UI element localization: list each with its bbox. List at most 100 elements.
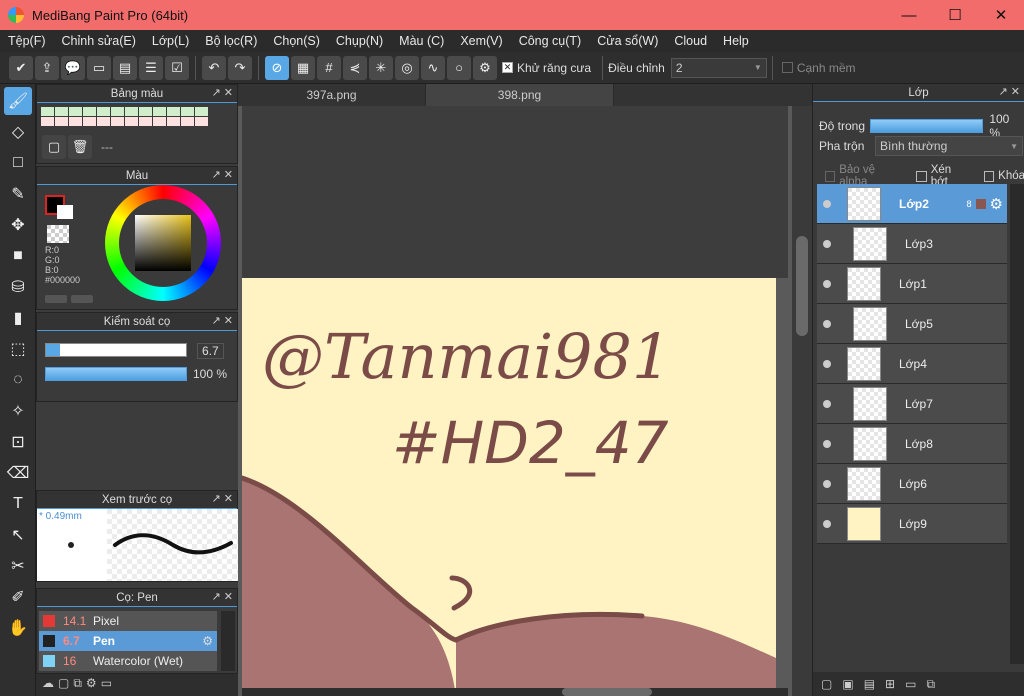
folder-icon[interactable]: ▭ <box>101 676 112 691</box>
hand-tool-icon[interactable]: ✋ <box>4 614 32 642</box>
chat-icon[interactable]: ▭ <box>87 55 111 80</box>
brush-item-watercolor[interactable]: 16 Watercolor (Wet) <box>39 651 217 671</box>
panel-buttons[interactable]: ↗ ✕ <box>212 86 234 99</box>
menu-snap[interactable]: Chụp(N) <box>328 34 391 48</box>
minimize-button[interactable]: — <box>886 0 932 30</box>
menu-window[interactable]: Cửa sổ(W) <box>589 34 666 48</box>
menu-edit[interactable]: Chỉnh sửa(E) <box>54 34 144 48</box>
new-swatch-icon[interactable]: ▢ <box>42 135 66 159</box>
brush-item-pixel[interactable]: 14.1 Pixel <box>39 611 217 631</box>
menu-select[interactable]: Chọn(S) <box>265 34 328 48</box>
layer-row-lop1[interactable]: Lớp1 <box>817 264 1007 304</box>
grid-snap-icon[interactable]: # <box>317 55 341 80</box>
panel-buttons[interactable]: ↗ ✕ <box>212 314 234 327</box>
layer-row-lop4[interactable]: Lớp4 <box>817 344 1007 384</box>
visibility-eye-icon[interactable] <box>823 519 831 528</box>
antialias-checkbox[interactable]: ✕ <box>502 62 513 73</box>
eraser-tool-icon[interactable]: ◇ <box>4 118 32 146</box>
redo-icon[interactable]: ↷ <box>228 55 252 80</box>
menu-cloud[interactable]: Cloud <box>666 34 715 48</box>
divide-tool-icon[interactable]: ✂ <box>4 552 32 580</box>
brush-size-slider[interactable] <box>45 343 187 357</box>
canvas-vertical-scrollbar[interactable] <box>792 106 812 696</box>
tab-398[interactable]: 398.png <box>426 84 614 106</box>
visibility-eye-icon[interactable] <box>823 359 831 368</box>
list-icon[interactable]: ☰ <box>139 55 163 80</box>
duplicate-layer-icon[interactable]: ⧉ <box>926 677 935 692</box>
brush-tool-icon[interactable]: 🖌 <box>4 87 32 115</box>
lock-checkbox[interactable] <box>983 170 995 182</box>
brush-size-value[interactable]: 6.7 <box>197 343 224 359</box>
add-layer-menu-icon[interactable]: ⊞ <box>885 677 895 691</box>
brush-settings-icon[interactable]: ⚙ <box>86 676 97 691</box>
close-button[interactable]: ✕ <box>978 0 1024 30</box>
fill-rect-tool-icon[interactable]: ■ <box>4 242 32 270</box>
brush-list-scrollbar[interactable] <box>221 611 235 671</box>
select-pen-icon[interactable]: ⊡ <box>4 428 32 456</box>
lasso-tool-icon[interactable]: ◌ <box>4 366 32 394</box>
canvas-paper[interactable]: @Tanmai981 #HD2_47 <box>242 278 776 696</box>
menu-file[interactable]: Tệp(F) <box>0 34 54 48</box>
select-eraser-icon[interactable]: ⌫ <box>4 459 32 487</box>
color-mode-button[interactable] <box>45 295 67 303</box>
layer-row-lop2[interactable]: Lớp2 8 ⚙ <box>817 184 1007 224</box>
visibility-eye-icon[interactable] <box>823 479 831 488</box>
tab-397a[interactable]: 397a.png <box>238 84 426 106</box>
layer-row-lop6[interactable]: Lớp6 <box>817 464 1007 504</box>
concentric-snap-icon[interactable]: ◎ <box>395 55 419 80</box>
layer-row-lop7[interactable]: Lớp7 <box>817 384 1007 424</box>
panel-buttons[interactable]: ↗ ✕ <box>212 168 234 181</box>
new-8bit-layer-icon[interactable]: ▣ <box>842 677 853 691</box>
color-wheel[interactable] <box>105 185 221 301</box>
duplicate-brush-icon[interactable]: ⧉ <box>73 676 82 691</box>
layer-row-lop5[interactable]: Lớp5 <box>817 304 1007 344</box>
perspective-snap-icon[interactable]: ⋞ <box>343 55 367 80</box>
brush-opacity-slider[interactable] <box>45 367 187 381</box>
operation-tool-icon[interactable]: ↖ <box>4 521 32 549</box>
menu-color[interactable]: Màu (C) <box>391 34 452 48</box>
visibility-eye-icon[interactable] <box>823 399 831 408</box>
canvas-horizontal-scrollbar[interactable] <box>242 688 788 696</box>
adjust-select[interactable]: 2 ▼ <box>670 57 767 78</box>
layers-scrollbar[interactable] <box>1010 184 1024 664</box>
brush-item-pen[interactable]: 6.7 Pen ⚙ <box>39 631 217 651</box>
color-mode-button[interactable] <box>71 295 93 303</box>
panel-buttons[interactable]: ↗ ✕ <box>999 85 1021 98</box>
panel-buttons[interactable]: ↗ ✕ <box>212 492 234 505</box>
scrollbar-thumb[interactable] <box>562 688 652 696</box>
undo-icon[interactable]: ↶ <box>202 55 226 80</box>
saturation-square[interactable] <box>135 215 191 271</box>
menu-help[interactable]: Help <box>715 34 757 48</box>
delete-swatch-icon[interactable]: 🗑 <box>68 135 92 159</box>
menu-filter[interactable]: Bộ lọc(R) <box>197 34 265 48</box>
layer-row-lop8[interactable]: Lớp8 <box>817 424 1007 464</box>
menu-tools[interactable]: Công cụ(T) <box>511 34 590 48</box>
new-layer-icon[interactable]: ▢ <box>821 677 832 691</box>
bucket-tool-icon[interactable]: ⛁ <box>4 273 32 301</box>
layer-opacity-slider[interactable] <box>870 119 984 133</box>
curve-snap-icon[interactable]: ∿ <box>421 55 445 80</box>
visibility-eye-icon[interactable] <box>823 279 831 288</box>
radial-snap-icon[interactable]: ✳ <box>369 55 393 80</box>
visibility-eye-icon[interactable] <box>823 319 831 328</box>
gear-icon[interactable]: ⚙ <box>202 634 213 648</box>
background-color-swatch[interactable] <box>57 205 73 219</box>
magic-wand-icon[interactable]: ✧ <box>4 397 32 425</box>
protect-alpha-checkbox[interactable] <box>825 170 836 182</box>
settings-icon[interactable]: ⚙ <box>473 55 497 80</box>
panel-buttons[interactable]: ↗ ✕ <box>212 590 234 603</box>
move-tool-icon[interactable]: ✥ <box>4 211 32 239</box>
menu-view[interactable]: Xem(V) <box>452 34 510 48</box>
parallel-snap-icon[interactable]: ▦ <box>291 55 315 80</box>
cloud-brush-icon[interactable]: ☁ <box>42 676 54 691</box>
cloud-check-icon[interactable]: ✔ <box>9 55 33 80</box>
select-tool-icon[interactable]: ⬚ <box>4 335 32 363</box>
layer-row-lop9[interactable]: Lớp9 <box>817 504 1007 544</box>
folder-icon[interactable]: ▭ <box>905 677 916 691</box>
dot-tool-icon[interactable]: ✎ <box>4 180 32 208</box>
visibility-eye-icon[interactable] <box>823 199 831 208</box>
scrollbar-thumb[interactable] <box>796 236 808 336</box>
share-icon[interactable]: ⇪ <box>35 55 59 80</box>
text-tool-icon[interactable]: T <box>4 490 32 518</box>
document-icon[interactable]: ▤ <box>113 55 137 80</box>
